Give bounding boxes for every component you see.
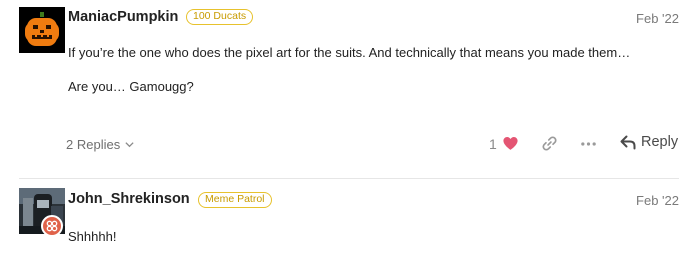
username[interactable]: John_Shrekinson: [68, 191, 190, 207]
post-paragraph: Shhhhh!: [68, 229, 117, 244]
avatar[interactable]: [19, 7, 65, 53]
replies-toggle[interactable]: 2 Replies: [66, 137, 135, 152]
heart-icon[interactable]: [502, 135, 519, 152]
user-flair: 100 Ducats: [186, 9, 254, 25]
reply-arrow-icon: [620, 135, 636, 149]
cloverleaf-icon: [46, 220, 58, 232]
replies-label: 2 Replies: [66, 137, 121, 152]
post-paragraph: If you’re the one who does the pixel art…: [68, 45, 631, 60]
reply-label: Reply: [641, 134, 679, 150]
post-paragraph: Are you… Gamougg?: [68, 79, 194, 94]
post-maniacpumpkin: ManiacPumpkin 100 Ducats Feb '22 If you’…: [0, 0, 690, 178]
username[interactable]: ManiacPumpkin: [68, 9, 178, 25]
chevron-down-icon: [125, 142, 134, 148]
user-flair: Meme Patrol: [198, 192, 272, 208]
like-count: 1: [489, 136, 497, 152]
post-john-shrekinson: John_Shrekinson Meme Patrol Feb '22 Shhh…: [0, 179, 690, 257]
pumpkin-avatar-icon: [19, 7, 65, 53]
more-options-icon[interactable]: [580, 137, 597, 151]
post-date[interactable]: Feb '22: [636, 193, 679, 208]
group-badge-icon[interactable]: [41, 215, 63, 237]
link-icon[interactable]: [541, 135, 558, 152]
reply-button[interactable]: Reply: [620, 134, 678, 150]
post-date[interactable]: Feb '22: [636, 11, 679, 26]
